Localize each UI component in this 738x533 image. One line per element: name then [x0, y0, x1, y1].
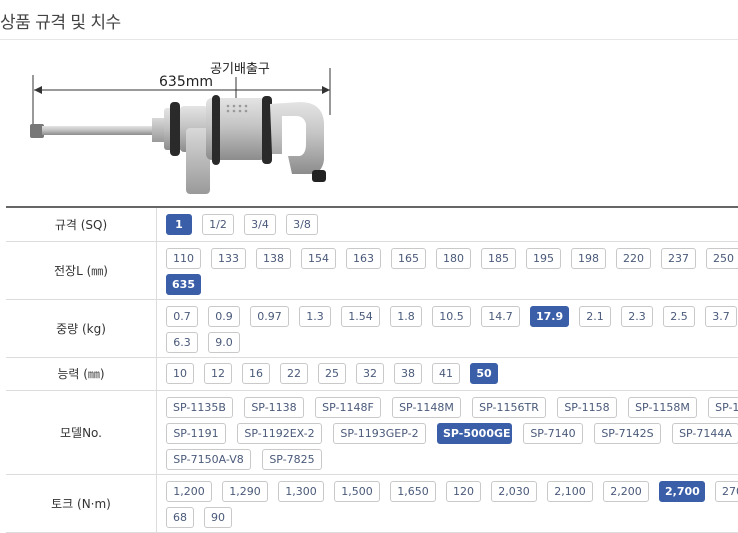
spec-option-size-sq[interactable]: 3/4	[244, 214, 276, 235]
spec-row-length-l: 전장L (㎜) 110 133 138 154 163 165 180 185 195 198 220…	[6, 241, 738, 300]
spec-option-torque[interactable]: 1,200	[166, 481, 212, 502]
section-title: 상품 규격 및 치수	[0, 13, 121, 33]
spec-option-torque[interactable]: 2,030	[491, 481, 537, 502]
spec-option-table: 규격 (SQ) 1 1/2 3/4 3/8 전장L (㎜) 110 133 138 154 163 1…	[6, 206, 738, 533]
spec-option-model-no[interactable]: SP-1191	[166, 423, 226, 444]
spec-option-weight[interactable]: 1.54	[341, 306, 380, 327]
spec-option-torque[interactable]: 2,200	[603, 481, 649, 502]
spec-option-weight[interactable]: 0.7	[166, 306, 198, 327]
spec-option-length-l[interactable]: 110	[166, 248, 201, 269]
spec-row-weight: 중량 (kg) 0.7 0.9 0.97 1.3 1.54 1.8 10.5 14.7 17.9 2…	[6, 299, 738, 358]
spec-option-length-l[interactable]: 195	[526, 248, 561, 269]
spec-option-model-no[interactable]: SP-1156TR	[472, 397, 546, 418]
spec-option-capacity[interactable]: 10	[166, 363, 194, 384]
spec-option-model-no[interactable]: SP-1135B	[166, 397, 233, 418]
spec-option-size-sq[interactable]: 1/2	[202, 214, 234, 235]
spec-option-weight[interactable]: 1.3	[299, 306, 331, 327]
air-exhaust-label: 공기배출구	[210, 62, 270, 77]
spec-option-weight[interactable]: 9.0	[208, 332, 240, 353]
spec-label-length-l: 전장L (㎜)	[6, 241, 157, 299]
spec-option-torque[interactable]: 68	[166, 507, 194, 528]
spec-option-weight[interactable]: 1.8	[390, 306, 422, 327]
spec-option-weight[interactable]: 14.7	[481, 306, 520, 327]
spec-option-torque[interactable]: 1,500	[334, 481, 380, 502]
spec-label-weight: 중량 (kg)	[6, 299, 157, 357]
spec-option-capacity[interactable]: 41	[432, 363, 460, 384]
spec-option-model-no[interactable]: SP-7144A	[672, 423, 738, 444]
spec-options-capacity: 10 12 16 22 25 32 38 41 50	[156, 357, 738, 390]
spec-option-model-no[interactable]: SP-1186GE	[708, 397, 738, 418]
spec-options-model-no: SP-1135B SP-1138 SP-1148F SP-1148M SP-1156TR…	[156, 390, 738, 474]
spec-option-capacity[interactable]: 22	[280, 363, 308, 384]
spec-option-length-l[interactable]: 133	[211, 248, 246, 269]
spec-option-capacity[interactable]: 16	[242, 363, 270, 384]
spec-option-model-no[interactable]: SP-1158M	[628, 397, 697, 418]
spec-option-weight[interactable]: 3.7	[705, 306, 737, 327]
spec-option-capacity[interactable]: 38	[394, 363, 422, 384]
spec-option-model-no[interactable]: SP-1192EX-2	[237, 423, 322, 444]
spec-options-torque: 1,200 1,290 1,300 1,500 1,650 120 2,030 2,100 2,…	[156, 474, 738, 532]
spec-option-model-no[interactable]: SP-1158	[557, 397, 617, 418]
spec-option-capacity[interactable]: 50	[470, 363, 498, 384]
spec-option-weight[interactable]: 10.5	[432, 306, 471, 327]
spec-options-weight: 0.7 0.9 0.97 1.3 1.54 1.8 10.5 14.7 17.9 2.1 2.3 2.…	[156, 299, 738, 357]
spec-option-length-l[interactable]: 237	[661, 248, 696, 269]
spec-row-torque: 토크 (N·m) 1,200 1,290 1,300 1,500 1,650 120 2,03…	[6, 474, 738, 533]
spec-option-model-no[interactable]: SP-1138	[244, 397, 304, 418]
spec-option-weight[interactable]: 17.9	[530, 306, 569, 327]
spec-option-weight[interactable]: 6.3	[166, 332, 198, 353]
spec-option-model-no[interactable]: SP-5000GE	[437, 423, 512, 444]
spec-label-size-sq: 규격 (SQ)	[6, 208, 157, 241]
spec-row-capacity: 능력 (㎜) 10 12 16 22 25 32 38 41 50	[6, 357, 738, 391]
spec-option-size-sq[interactable]: 3/8	[286, 214, 318, 235]
spec-options-size-sq: 1 1/2 3/4 3/8	[156, 208, 738, 241]
product-image-area: 635mm 공기배출구	[0, 40, 738, 206]
spec-option-model-no[interactable]: SP-7142S	[594, 423, 661, 444]
spec-option-weight[interactable]: 2.5	[663, 306, 695, 327]
spec-option-weight[interactable]: 2.3	[621, 306, 653, 327]
spec-option-capacity[interactable]: 32	[356, 363, 384, 384]
spec-option-length-l[interactable]: 220	[616, 248, 651, 269]
spec-option-length-l[interactable]: 198	[571, 248, 606, 269]
spec-option-torque[interactable]: 1,290	[222, 481, 268, 502]
spec-option-torque[interactable]: 1,650	[390, 481, 436, 502]
spec-row-size-sq: 규격 (SQ) 1 1/2 3/4 3/8	[6, 208, 738, 242]
spec-option-length-l[interactable]: 180	[436, 248, 471, 269]
spec-option-model-no[interactable]: SP-1148M	[392, 397, 461, 418]
spec-option-capacity[interactable]: 12	[204, 363, 232, 384]
spec-option-model-no[interactable]: SP-1148F	[315, 397, 381, 418]
spec-option-torque[interactable]: 2,700	[659, 481, 705, 502]
spec-label-model-no: 모델No.	[6, 390, 157, 474]
spec-option-length-l[interactable]: 138	[256, 248, 291, 269]
impact-wrench	[30, 95, 326, 194]
spec-option-length-l[interactable]: 165	[391, 248, 426, 269]
spec-label-torque: 토크 (N·m)	[6, 474, 157, 532]
spec-option-torque[interactable]: 120	[446, 481, 481, 502]
spec-option-torque[interactable]: 90	[204, 507, 232, 528]
spec-option-torque[interactable]: 270	[715, 481, 738, 502]
spec-option-torque[interactable]: 1,300	[278, 481, 324, 502]
spec-option-capacity[interactable]: 25	[318, 363, 346, 384]
spec-option-weight[interactable]: 0.97	[250, 306, 289, 327]
spec-option-length-l[interactable]: 154	[301, 248, 336, 269]
dimension-label: 635mm	[159, 74, 213, 90]
spec-option-size-sq[interactable]: 1	[166, 214, 192, 235]
spec-option-model-no[interactable]: SP-7140	[523, 423, 583, 444]
spec-row-model-no: 모델No. SP-1135B SP-1138 SP-1148F SP-1148M SP-1…	[6, 390, 738, 475]
spec-option-torque[interactable]: 2,100	[547, 481, 593, 502]
spec-option-weight[interactable]: 2.1	[579, 306, 611, 327]
spec-option-model-no[interactable]: SP-1193GEP-2	[333, 423, 426, 444]
spec-option-length-l[interactable]: 185	[481, 248, 516, 269]
spec-options-length-l: 1101331381541631651801851951982202372504…	[156, 241, 738, 299]
spec-option-length-l[interactable]: 250	[706, 248, 738, 269]
spec-option-length-l[interactable]: 163	[346, 248, 381, 269]
spec-option-weight[interactable]: 0.9	[208, 306, 240, 327]
spec-option-length-l[interactable]: 635	[166, 274, 201, 295]
spec-label-capacity: 능력 (㎜)	[6, 357, 157, 390]
spec-option-model-no[interactable]: SP-7150A-V8	[166, 449, 251, 470]
section-header: 상품 규격 및 치수	[0, 0, 738, 40]
impact-wrench-diagram: 635mm 공기배출구	[30, 62, 331, 194]
spec-option-model-no[interactable]: SP-7825	[262, 449, 322, 470]
